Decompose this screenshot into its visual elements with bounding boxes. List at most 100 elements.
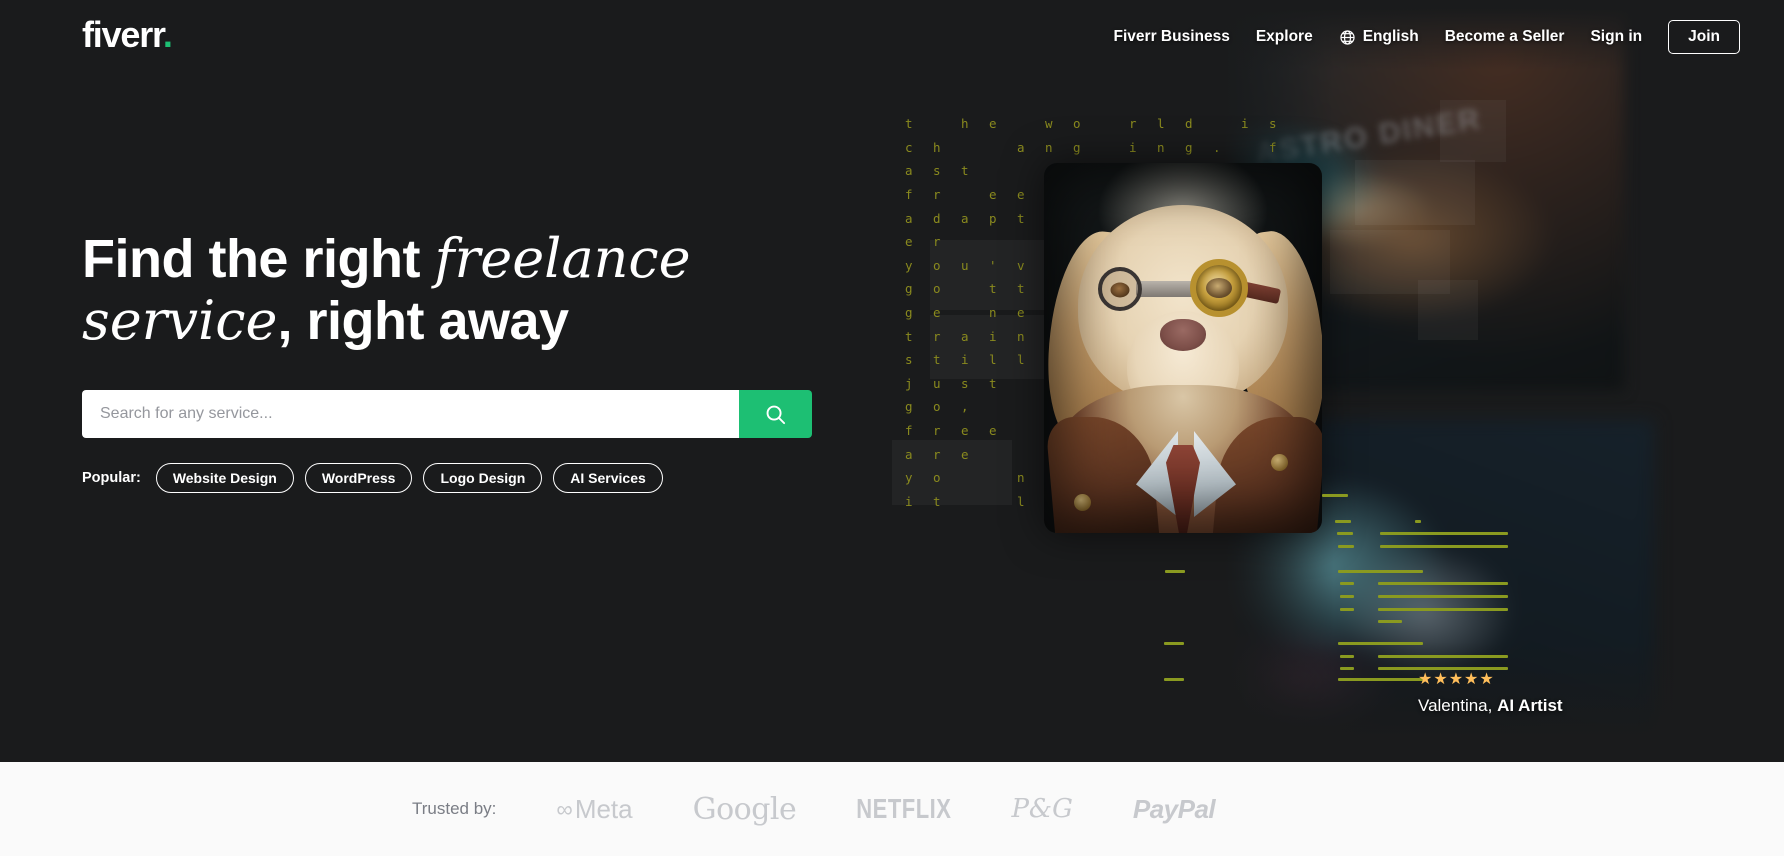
popular-tag-logo-design[interactable]: Logo Design bbox=[423, 463, 543, 494]
matrix-char: n bbox=[1157, 139, 1165, 155]
brand-logo-google: Google bbox=[692, 791, 797, 827]
popular-tag-ai-services[interactable]: AI Services bbox=[553, 463, 663, 494]
dog-nose bbox=[1160, 319, 1206, 351]
matrix-char: g bbox=[1073, 139, 1081, 155]
popular-tag-website-design[interactable]: Website Design bbox=[155, 463, 294, 494]
brand-logo-netflix: NETFLIX bbox=[856, 792, 952, 824]
matrix-char: d bbox=[933, 210, 941, 226]
matrix-char: j bbox=[905, 375, 913, 391]
join-button[interactable]: Join bbox=[1668, 20, 1740, 54]
trusted-by-label: Trusted by: bbox=[412, 799, 497, 818]
matrix-char: h bbox=[933, 139, 941, 155]
matrix-char: i bbox=[905, 493, 913, 509]
matrix-char: e bbox=[961, 423, 969, 439]
logo-wordmark: fiverr bbox=[82, 14, 164, 55]
trusted-by-bar: Trusted by: ∞ Meta Google NETFLIX P&G Pay… bbox=[0, 762, 1784, 856]
matrix-char: a bbox=[905, 446, 913, 462]
matrix-char: s bbox=[905, 352, 913, 368]
matrix-char: t bbox=[905, 116, 913, 132]
matrix-char: t bbox=[961, 163, 969, 179]
matrix-char: g bbox=[1185, 139, 1193, 155]
hero-section: ASTRO DINER theworldischanging.fastfreea… bbox=[0, 0, 1784, 762]
matrix-char: l bbox=[1017, 493, 1025, 509]
globe-icon bbox=[1340, 29, 1355, 45]
matrix-char: e bbox=[1017, 305, 1025, 321]
matrix-char: a bbox=[961, 210, 969, 226]
fiverr-logo[interactable]: fiverr. bbox=[82, 14, 173, 55]
search-bar bbox=[82, 390, 812, 439]
dog-monocle-icon bbox=[1098, 267, 1142, 311]
popular-tag-wordpress[interactable]: WordPress bbox=[304, 463, 413, 494]
matrix-char: o bbox=[933, 257, 941, 273]
matrix-char: o bbox=[1073, 116, 1081, 132]
matrix-char: i bbox=[961, 352, 969, 368]
matrix-char: t bbox=[905, 328, 913, 344]
hero-content: Find the right freelance service, right a… bbox=[82, 228, 842, 494]
matrix-char: c bbox=[905, 139, 913, 155]
matrix-char: a bbox=[905, 163, 913, 179]
matrix-char: o bbox=[933, 399, 941, 415]
meta-label: Meta bbox=[574, 793, 633, 824]
dog-goggle-icon bbox=[1190, 259, 1248, 317]
site-header: fiverr. Fiverr Business Explore English … bbox=[0, 0, 1784, 74]
matrix-char: n bbox=[989, 305, 997, 321]
matrix-char: s bbox=[961, 375, 969, 391]
matrix-char: e bbox=[961, 446, 969, 462]
logo-dot-icon: . bbox=[162, 14, 173, 55]
matrix-char: f bbox=[1269, 139, 1277, 155]
matrix-char: t bbox=[933, 352, 941, 368]
matrix-char: a bbox=[905, 210, 913, 226]
coat-button-right bbox=[1271, 454, 1288, 471]
matrix-char: a bbox=[1017, 139, 1025, 155]
nav-language-label: English bbox=[1362, 28, 1419, 45]
matrix-char: e bbox=[989, 187, 997, 203]
coat-button-left bbox=[1074, 494, 1091, 511]
nav-fiverr-business[interactable]: Fiverr Business bbox=[1114, 28, 1230, 46]
matrix-char: o bbox=[933, 470, 941, 486]
matrix-char: y bbox=[905, 470, 913, 486]
matrix-char: l bbox=[989, 352, 997, 368]
page-title: Find the right freelance service, right a… bbox=[82, 228, 842, 352]
matrix-char: ' bbox=[989, 257, 997, 273]
matrix-char: i bbox=[1129, 139, 1137, 155]
matrix-char: r bbox=[933, 234, 941, 250]
goggle-strap bbox=[1136, 281, 1194, 297]
headline-part-2: , right away bbox=[277, 291, 569, 352]
meta-infinity-icon: ∞ bbox=[556, 795, 573, 822]
matrix-char: t bbox=[989, 375, 997, 391]
nav-language[interactable]: English bbox=[1339, 28, 1419, 46]
matrix-char: u bbox=[961, 257, 969, 273]
matrix-char: t bbox=[933, 493, 941, 509]
rating-stars: ★★★★★ bbox=[1418, 671, 1495, 688]
matrix-char: s bbox=[1269, 116, 1277, 132]
matrix-char: l bbox=[1157, 116, 1165, 132]
matrix-char: n bbox=[1045, 139, 1053, 155]
matrix-char: v bbox=[1017, 257, 1025, 273]
matrix-char: e bbox=[989, 116, 997, 132]
main-navigation: Fiverr Business Explore English Become a… bbox=[1114, 20, 1740, 54]
matrix-char: f bbox=[905, 423, 913, 439]
headline-emphasis-freelance: freelance bbox=[434, 227, 691, 290]
nav-explore[interactable]: Explore bbox=[1256, 28, 1313, 46]
matrix-row: theworldis bbox=[905, 112, 1325, 136]
artist-name: Valentina, bbox=[1418, 696, 1498, 715]
nav-sign-in[interactable]: Sign in bbox=[1590, 28, 1642, 46]
matrix-char: t bbox=[1017, 281, 1025, 297]
matrix-char: y bbox=[905, 257, 913, 273]
matrix-char: w bbox=[1045, 116, 1053, 132]
matrix-char: r bbox=[1129, 116, 1137, 132]
matrix-char: f bbox=[905, 187, 913, 203]
nav-become-a-seller[interactable]: Become a Seller bbox=[1445, 28, 1565, 46]
matrix-char: g bbox=[905, 281, 913, 297]
artist-role: AI Artist bbox=[1497, 696, 1563, 715]
search-input[interactable] bbox=[82, 390, 739, 439]
ai-dog-portrait-image bbox=[1044, 163, 1322, 533]
matrix-char: a bbox=[961, 328, 969, 344]
matrix-char: , bbox=[961, 399, 969, 415]
matrix-char: i bbox=[989, 328, 997, 344]
matrix-char: e bbox=[989, 423, 997, 439]
brand-logo-pg: P&G bbox=[1011, 794, 1073, 824]
matrix-char: l bbox=[1017, 352, 1025, 368]
search-button[interactable] bbox=[739, 390, 812, 439]
matrix-char: g bbox=[905, 305, 913, 321]
